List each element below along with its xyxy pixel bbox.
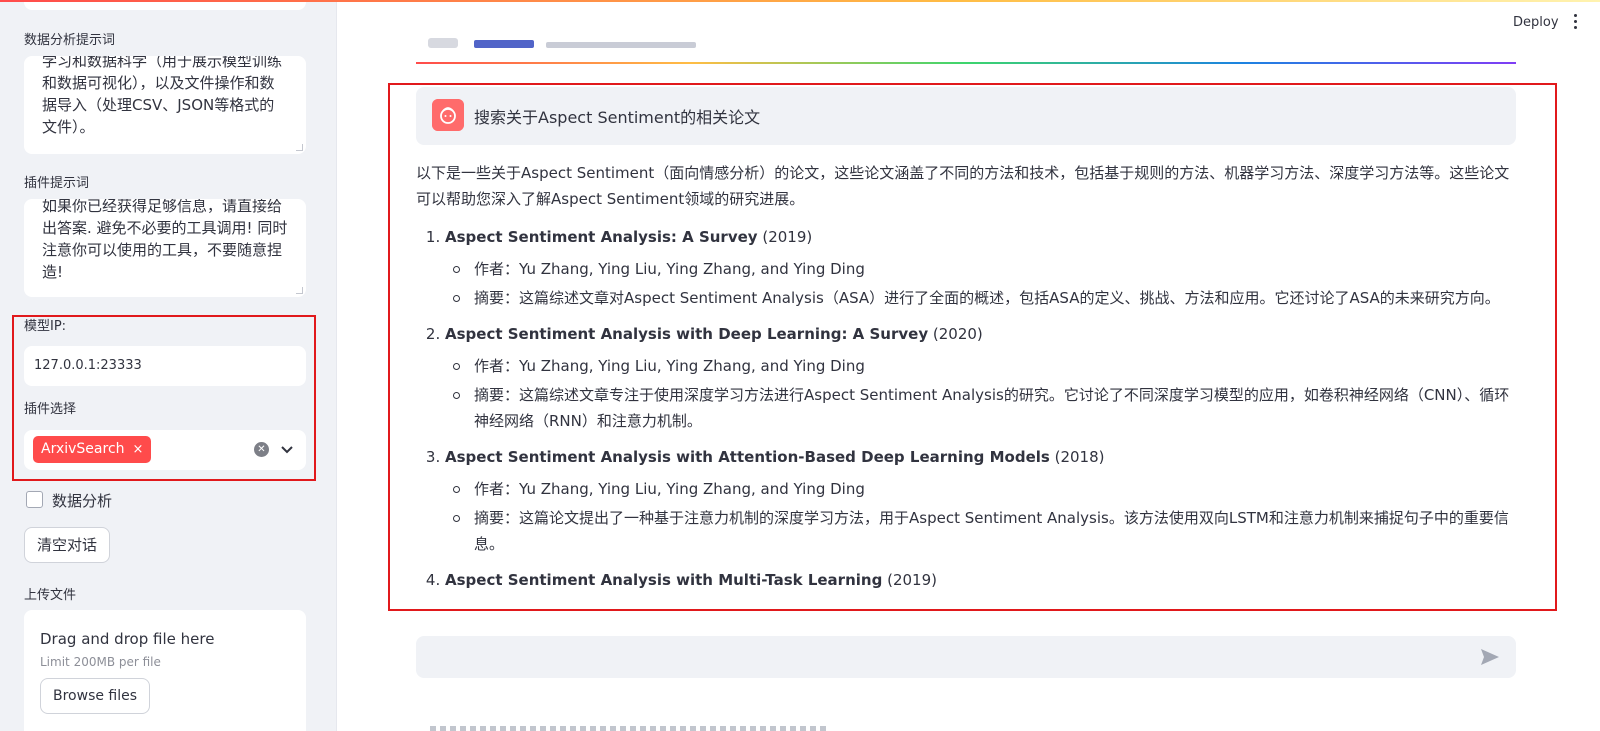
upload-label: 上传文件 xyxy=(24,588,77,603)
plugin-multiselect[interactable]: ArxivSearch × ✕ xyxy=(24,430,306,470)
paper-list: Aspect Sentiment Analysis: A Survey (201… xyxy=(416,224,1516,593)
dropzone-limit: Limit 200MB per file xyxy=(40,655,161,669)
page-title-scrolled xyxy=(428,30,728,48)
resize-grip-icon[interactable] xyxy=(296,287,303,294)
title-divider xyxy=(416,62,1516,64)
plugin-tag-arxivsearch: ArxivSearch × xyxy=(33,436,152,463)
data-analysis-prompt-textarea[interactable]: 学习和数据科学（用于展示模型训练和数据可视化），以及文件操作和数据导入（处理CS… xyxy=(24,56,306,154)
title-fragment xyxy=(546,42,696,48)
paper-item: Aspect Sentiment Analysis: A Survey (201… xyxy=(445,224,1516,311)
paper-title: Aspect Sentiment Analysis with Multi-Tas… xyxy=(445,571,883,589)
user-avatar-icon xyxy=(432,99,464,131)
paper-item: Aspect Sentiment Analysis with Deep Lear… xyxy=(445,321,1516,434)
chevron-down-icon[interactable] xyxy=(280,442,294,456)
plugin-tag-label: ArxivSearch xyxy=(41,441,125,457)
paper-authors: 作者：Yu Zhang, Ying Liu, Ying Zhang, and Y… xyxy=(453,353,1516,379)
browse-files-button[interactable]: Browse files xyxy=(40,678,151,714)
paper-title: Aspect Sentiment Analysis with Deep Lear… xyxy=(445,325,929,343)
paper-authors: 作者：Yu Zhang, Ying Liu, Ying Zhang, and Y… xyxy=(453,476,1516,502)
title-logo-icon xyxy=(428,38,458,48)
deploy-button[interactable]: Deploy xyxy=(1513,15,1559,30)
main-menu-icon[interactable] xyxy=(1574,12,1580,32)
plugin-select-label: 插件选择 xyxy=(24,402,77,417)
paper-abstract: 摘要：这篇综述文章对Aspect Sentiment Analysis（ASA）… xyxy=(453,285,1516,311)
title-fragment xyxy=(474,40,534,48)
scrolled-content-fragment xyxy=(430,726,830,731)
paper-year: (2018) xyxy=(1054,448,1105,466)
paper-item: Aspect Sentiment Analysis with Multi-Tas… xyxy=(445,567,1516,593)
data-analysis-prompt-label: 数据分析提示词 xyxy=(24,33,116,48)
assistant-message: 以下是一些关于Aspect Sentiment（面向情感分析）的论文，这些论文涵… xyxy=(416,160,1516,603)
clear-all-icon[interactable]: ✕ xyxy=(254,442,269,457)
paper-year: (2020) xyxy=(932,325,983,343)
resize-grip-icon[interactable] xyxy=(296,144,303,151)
data-analysis-prompt-value: 学习和数据科学（用于展示模型训练和数据可视化），以及文件操作和数据导入（处理CS… xyxy=(42,56,283,136)
paper-year: (2019) xyxy=(887,571,937,589)
paper-item: Aspect Sentiment Analysis with Attention… xyxy=(445,444,1516,557)
paper-title: Aspect Sentiment Analysis with Attention… xyxy=(445,448,1050,466)
reply-intro: 以下是一些关于Aspect Sentiment（面向情感分析）的论文，这些论文涵… xyxy=(416,164,1510,208)
paper-abstract: 摘要：这篇论文提出了一种基于注意力机制的深度学习方法，用于Aspect Sent… xyxy=(453,505,1516,557)
paper-title: Aspect Sentiment Analysis: A Survey xyxy=(445,228,758,246)
model-ip-label: 模型IP: xyxy=(24,319,67,334)
paper-year: (2019) xyxy=(762,228,813,246)
remove-tag-icon[interactable]: × xyxy=(133,442,144,457)
sidebar: 数据分析提示词 学习和数据科学（用于展示模型训练和数据可视化），以及文件操作和数… xyxy=(0,0,337,731)
chat-input[interactable] xyxy=(416,636,1516,678)
file-dropzone[interactable]: Drag and drop file here Limit 200MB per … xyxy=(24,610,306,731)
model-ip-input[interactable]: 127.0.0.1:23333 xyxy=(24,346,306,386)
top-decoration-bar xyxy=(0,0,1600,2)
user-message-text: 搜索关于Aspect Sentiment的相关论文 xyxy=(474,108,761,127)
plugin-prompt-value: 如果你已经获得足够信息，请直接给出答案. 避免不必要的工具调用! 同时注意你可以… xyxy=(42,199,288,281)
paper-authors: 作者：Yu Zhang, Ying Liu, Ying Zhang, and Y… xyxy=(453,256,1516,282)
send-icon[interactable] xyxy=(1480,648,1500,666)
data-analysis-checkbox[interactable] xyxy=(26,491,43,508)
user-message: 搜索关于Aspect Sentiment的相关论文 xyxy=(416,87,1516,145)
clear-chat-button[interactable]: 清空对话 xyxy=(24,527,111,563)
dropzone-title: Drag and drop file here xyxy=(40,630,215,648)
data-analysis-checkbox-label: 数据分析 xyxy=(52,492,113,510)
paper-abstract: 摘要：这篇综述文章专注于使用深度学习方法进行Aspect Sentiment A… xyxy=(453,382,1516,434)
plugin-prompt-textarea[interactable]: 如果你已经获得足够信息，请直接给出答案. 避免不必要的工具调用! 同时注意你可以… xyxy=(24,199,306,297)
plugin-prompt-label: 插件提示词 xyxy=(24,176,90,191)
